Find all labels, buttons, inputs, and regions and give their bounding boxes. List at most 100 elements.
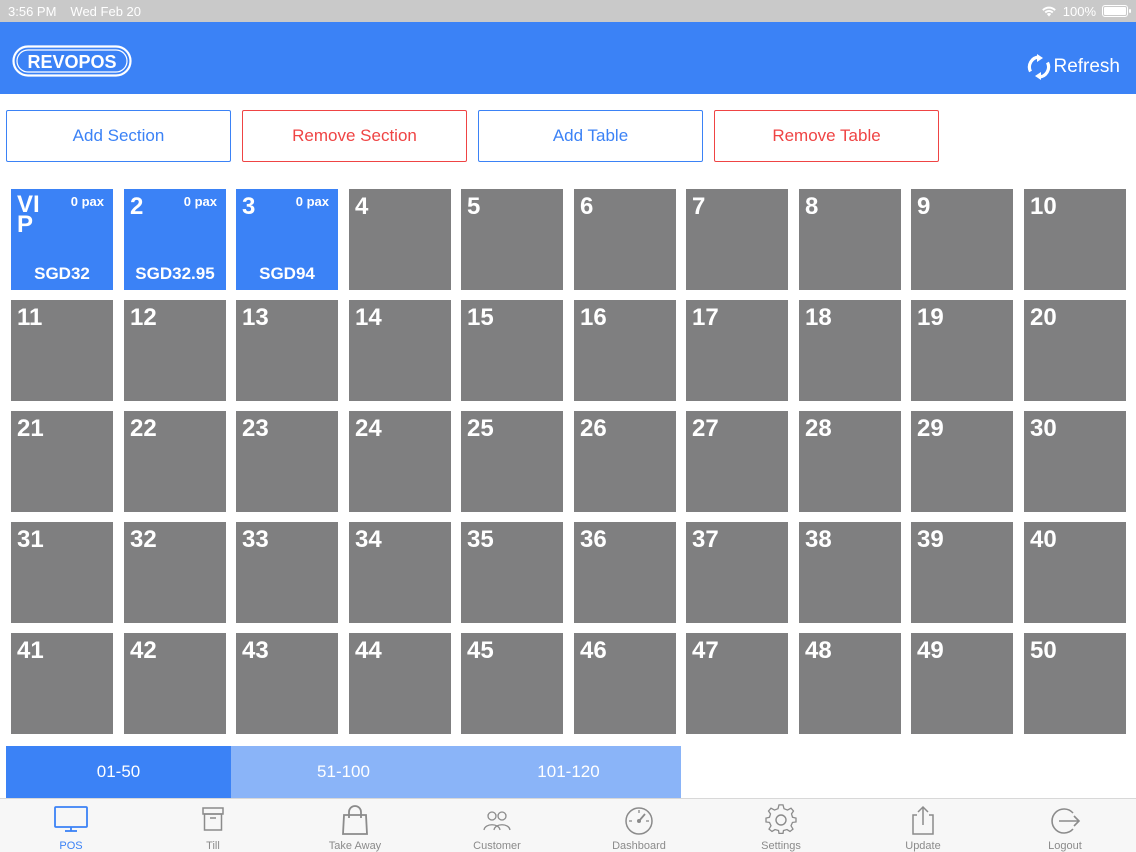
table-tile[interactable]: 34 bbox=[349, 522, 451, 623]
table-tile[interactable]: 2 0 pax SGD32.95 bbox=[124, 189, 226, 290]
table-tile[interactable]: 10 bbox=[1024, 189, 1126, 290]
table-tile[interactable]: 15 bbox=[461, 300, 563, 401]
page-tab[interactable]: 101-120 bbox=[456, 746, 681, 798]
table-number: 47 bbox=[692, 637, 719, 664]
revopos-logo: REVOPOS bbox=[12, 45, 132, 77]
table-number: 19 bbox=[917, 304, 944, 331]
table-tile[interactable]: 8 bbox=[799, 189, 901, 290]
add-table-button[interactable]: Add Table bbox=[478, 110, 703, 162]
table-number: 6 bbox=[580, 193, 594, 220]
table-tile[interactable]: 49 bbox=[911, 633, 1013, 734]
table-number: 40 bbox=[1030, 526, 1057, 553]
table-tile[interactable]: 24 bbox=[349, 411, 451, 512]
table-number: 26 bbox=[580, 415, 607, 442]
table-tile[interactable]: 13 bbox=[236, 300, 338, 401]
table-number: 43 bbox=[242, 637, 269, 664]
table-number: 4 bbox=[355, 193, 369, 220]
table-tile[interactable]: 21 bbox=[11, 411, 113, 512]
table-tile[interactable]: 27 bbox=[686, 411, 788, 512]
nav-item-till[interactable]: Till bbox=[142, 799, 284, 852]
table-tile[interactable]: 26 bbox=[574, 411, 676, 512]
add-section-button[interactable]: Add Section bbox=[6, 110, 231, 162]
table-tile[interactable]: 35 bbox=[461, 522, 563, 623]
table-number: 35 bbox=[467, 526, 494, 553]
table-tile[interactable]: 25 bbox=[461, 411, 563, 512]
bottom-nav: POS Till Take Away Customer Dashboard Setting… bbox=[0, 798, 1136, 852]
nav-item-dashboard[interactable]: Dashboard bbox=[568, 799, 710, 852]
table-pax: 0 pax bbox=[295, 194, 329, 209]
table-amount: SGD94 bbox=[259, 264, 315, 283]
table-tile[interactable]: 40 bbox=[1024, 522, 1126, 623]
refresh-icon bbox=[1028, 54, 1051, 80]
table-number: 45 bbox=[467, 637, 494, 664]
logout-icon bbox=[1051, 808, 1081, 834]
table-tile[interactable]: 48 bbox=[799, 633, 901, 734]
box-icon bbox=[202, 807, 224, 831]
table-tile[interactable]: 6 bbox=[574, 189, 676, 290]
table-tile[interactable]: 20 bbox=[1024, 300, 1126, 401]
table-tile[interactable]: 7 bbox=[686, 189, 788, 290]
table-tile[interactable]: VIP 0 pax SGD32 bbox=[11, 189, 113, 290]
table-tile[interactable]: 19 bbox=[911, 300, 1013, 401]
table-tile[interactable]: 22 bbox=[124, 411, 226, 512]
refresh-button[interactable]: Refresh bbox=[1027, 54, 1120, 80]
page-tabs: 01-50 51-100 101-120 bbox=[6, 746, 681, 798]
remove-section-button[interactable]: Remove Section bbox=[242, 110, 467, 162]
battery-icon bbox=[1102, 5, 1131, 17]
table-tile[interactable]: 5 bbox=[461, 189, 563, 290]
table-tile[interactable]: 3 0 pax SGD94 bbox=[236, 189, 338, 290]
nav-label: Settings bbox=[761, 840, 801, 852]
table-tile[interactable]: 50 bbox=[1024, 633, 1126, 734]
nav-item-update[interactable]: Update bbox=[852, 799, 994, 852]
nav-item-logout[interactable]: Logout bbox=[994, 799, 1136, 852]
table-tile[interactable]: 42 bbox=[124, 633, 226, 734]
table-tile[interactable]: 32 bbox=[124, 522, 226, 623]
table-tile[interactable]: 37 bbox=[686, 522, 788, 623]
nav-item-pos[interactable]: POS bbox=[0, 799, 142, 852]
nav-item-settings[interactable]: Settings bbox=[710, 799, 852, 852]
table-tile[interactable]: 12 bbox=[124, 300, 226, 401]
remove-table-button[interactable]: Remove Table bbox=[714, 110, 939, 162]
table-tile[interactable]: 43 bbox=[236, 633, 338, 734]
table-number: 44 bbox=[355, 637, 382, 664]
table-tile[interactable]: 36 bbox=[574, 522, 676, 623]
table-tile[interactable]: 28 bbox=[799, 411, 901, 512]
nav-item-customer[interactable]: Customer bbox=[426, 799, 568, 852]
table-number: 39 bbox=[917, 526, 944, 553]
table-tile[interactable]: 18 bbox=[799, 300, 901, 401]
table-tile[interactable]: 14 bbox=[349, 300, 451, 401]
table-number: 24 bbox=[355, 415, 382, 442]
table-tile[interactable]: 11 bbox=[11, 300, 113, 401]
nav-item-take-away[interactable]: Take Away bbox=[284, 799, 426, 852]
table-tile[interactable]: 4 bbox=[349, 189, 451, 290]
page-tab[interactable]: 01-50 bbox=[6, 746, 231, 798]
table-tile[interactable]: 29 bbox=[911, 411, 1013, 512]
table-tile[interactable]: 30 bbox=[1024, 411, 1126, 512]
table-tile[interactable]: 39 bbox=[911, 522, 1013, 623]
table-number: 49 bbox=[917, 637, 944, 664]
table-tile[interactable]: 41 bbox=[11, 633, 113, 734]
table-tile[interactable]: 16 bbox=[574, 300, 676, 401]
status-date: Wed Feb 20 bbox=[70, 3, 142, 19]
table-number: 28 bbox=[805, 415, 832, 442]
table-tile[interactable]: 45 bbox=[461, 633, 563, 734]
table-number: 34 bbox=[355, 526, 382, 553]
table-tile[interactable]: 38 bbox=[799, 522, 901, 623]
refresh-label: Refresh bbox=[1053, 56, 1120, 77]
share-icon bbox=[912, 805, 934, 835]
table-number: 5 bbox=[467, 193, 481, 220]
nav-label: POS bbox=[59, 840, 83, 852]
gauge-icon bbox=[625, 807, 653, 835]
table-tile[interactable]: 44 bbox=[349, 633, 451, 734]
table-tile[interactable]: 31 bbox=[11, 522, 113, 623]
page-tab[interactable]: 51-100 bbox=[231, 746, 456, 798]
table-grid: VIP 0 pax SGD32 2 0 pax SGD32.95 3 0 pax SGD94 4 5… bbox=[11, 189, 1126, 734]
table-number: 21 bbox=[17, 415, 44, 442]
table-tile[interactable]: 17 bbox=[686, 300, 788, 401]
table-tile[interactable]: 23 bbox=[236, 411, 338, 512]
table-number: 30 bbox=[1030, 415, 1057, 442]
table-tile[interactable]: 33 bbox=[236, 522, 338, 623]
table-tile[interactable]: 46 bbox=[574, 633, 676, 734]
table-tile[interactable]: 9 bbox=[911, 189, 1013, 290]
table-tile[interactable]: 47 bbox=[686, 633, 788, 734]
